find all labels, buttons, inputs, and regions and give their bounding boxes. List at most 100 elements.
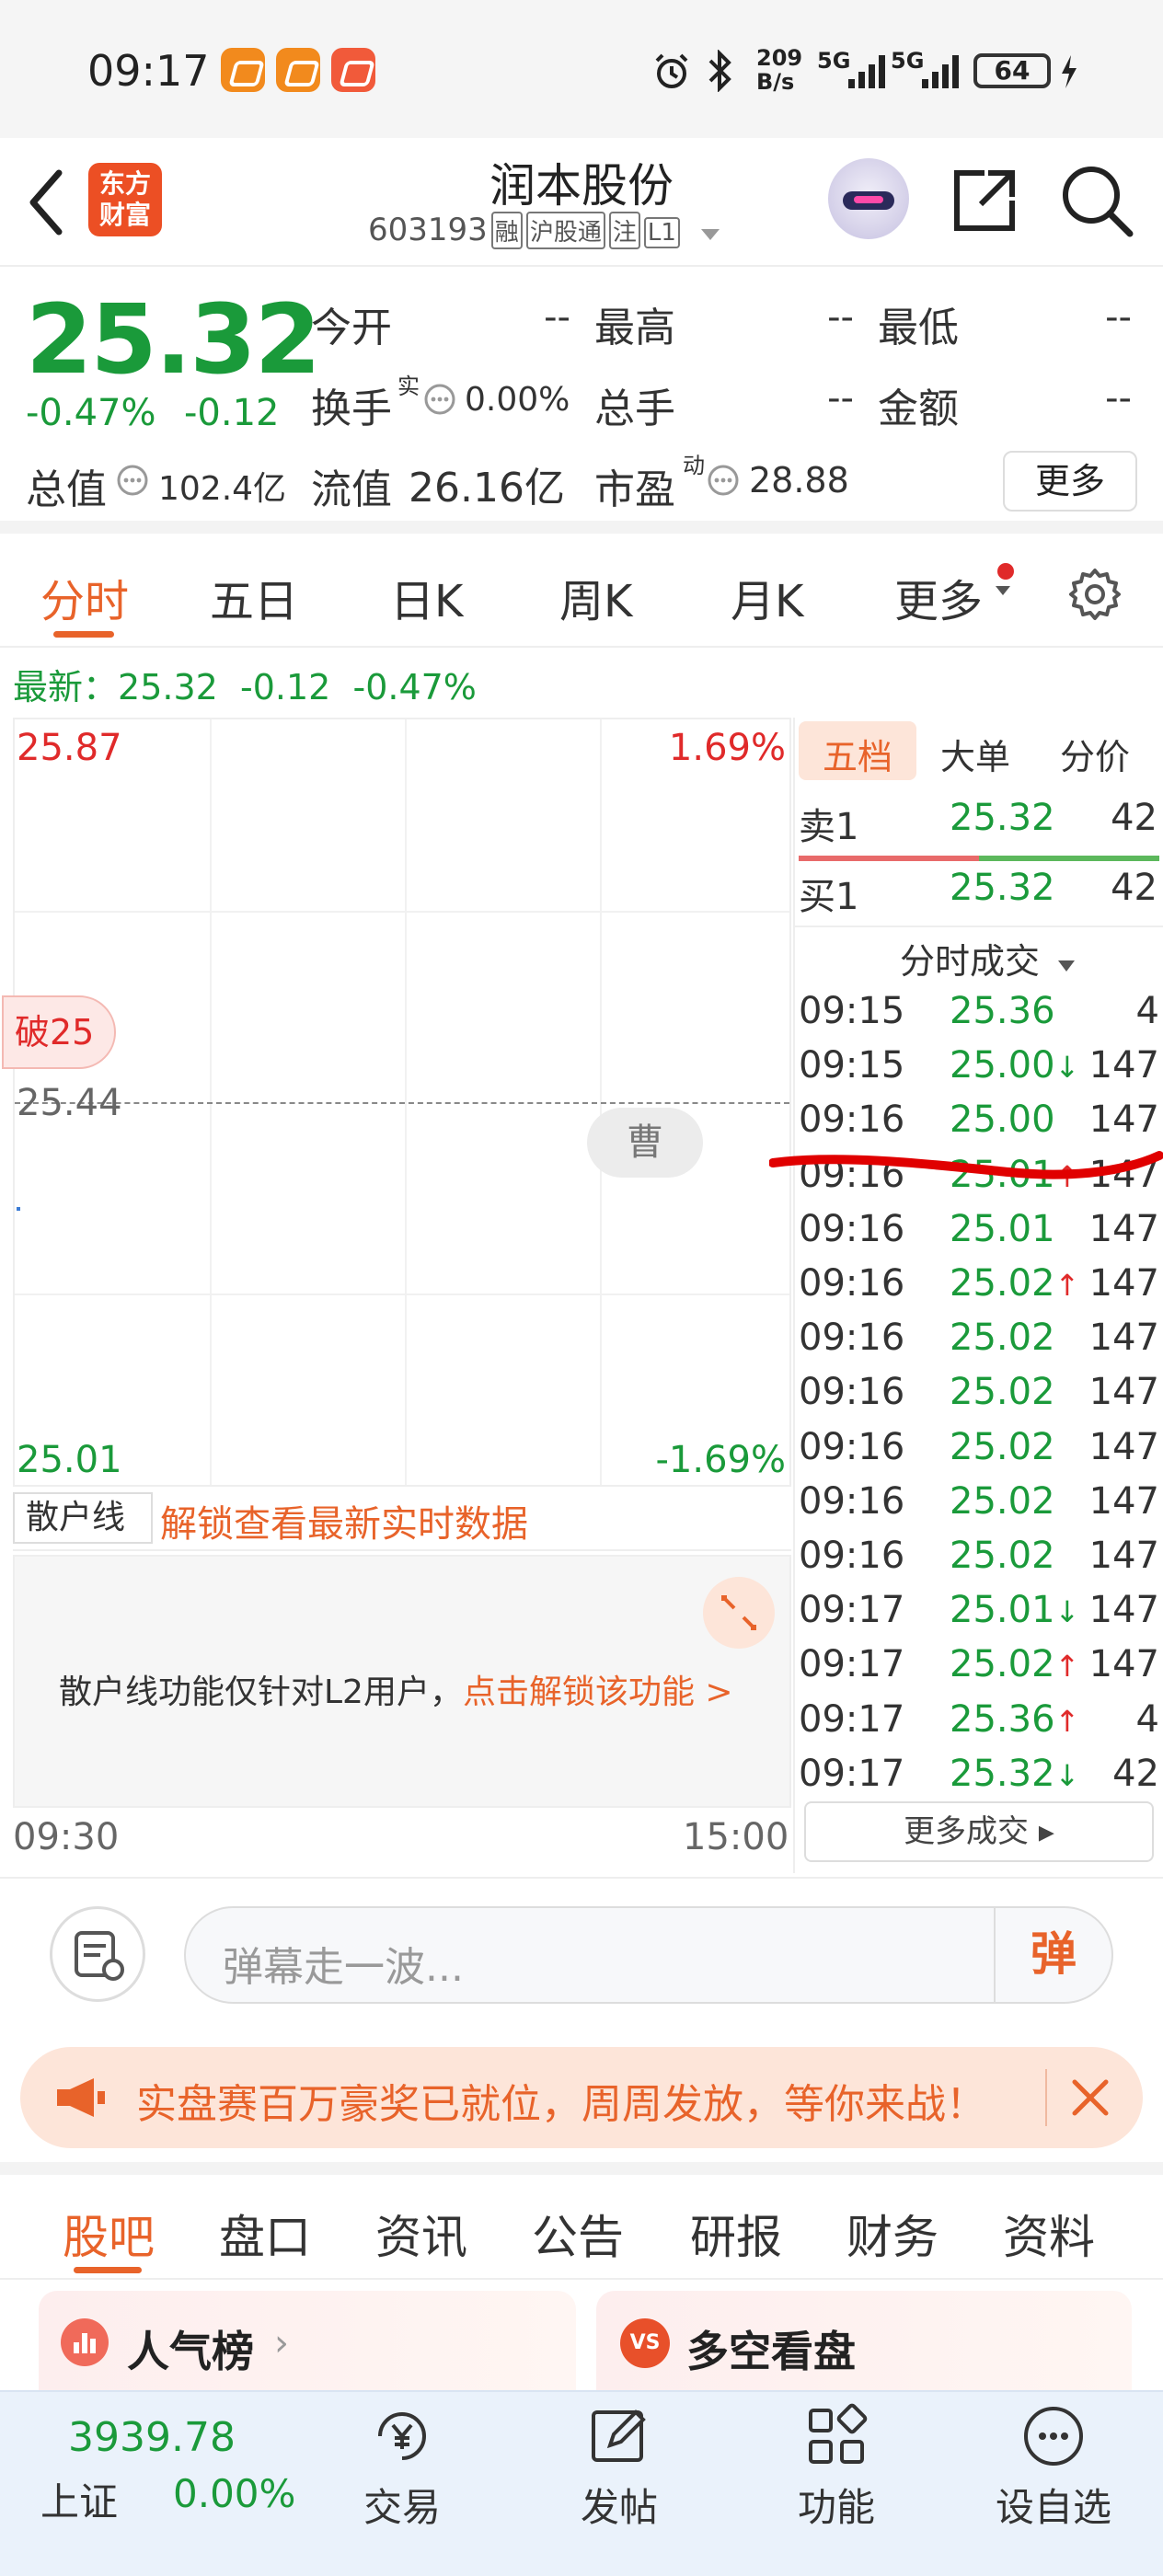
notification-dot <box>997 563 1014 580</box>
tab-forum[interactable]: 股吧 <box>63 2201 155 2267</box>
app-notification-icon <box>276 48 320 92</box>
trade-price: 25.01 <box>950 1207 1055 1250</box>
tab-news[interactable]: 资讯 <box>375 2201 467 2267</box>
app-notification-icon <box>331 48 375 92</box>
latest-price: 25.32 <box>118 667 218 707</box>
stock-code-row[interactable]: 603193 融沪股通注 L1 <box>368 212 721 250</box>
trade-row: 09:17 25.01↓ 147 <box>799 1589 1159 1643</box>
ai-assistant-icon[interactable] <box>828 158 909 239</box>
tab-order-book[interactable]: 盘口 <box>219 2201 311 2267</box>
trade-row: 09:17 25.02↑ 147 <box>799 1643 1159 1697</box>
intraday-chart[interactable]: 25.87 1.69% 25.44 25.01 -1.69% 破25 曹 <box>2 718 791 1487</box>
latest-label: 最新： <box>13 667 119 707</box>
trade-price: 25.02 <box>950 1317 1055 1360</box>
l2-note: 散户线功能仅针对L2用户，点击解锁该功能 > <box>59 1673 733 1711</box>
tab-daily-k[interactable]: 日K <box>390 565 463 629</box>
red-annotation-stroke <box>768 1137 1163 1187</box>
pe-sup: 动 <box>683 453 705 478</box>
expand-icon[interactable] <box>703 1577 775 1649</box>
trade-time: 09:16 <box>799 1371 905 1414</box>
tab-profile[interactable]: 资料 <box>1003 2201 1095 2267</box>
search-icon[interactable] <box>1058 162 1135 243</box>
danmaku-settings-icon[interactable] <box>50 1906 145 2002</box>
last-price: 25.32 <box>26 283 321 396</box>
sell-1-row: 卖1 25.32 42 <box>799 797 1157 848</box>
trade-volume: 147 <box>1088 1262 1159 1305</box>
info-icon[interactable] <box>423 383 456 420</box>
popular-ranking-card[interactable]: 人气榜 › <box>39 2291 576 2392</box>
tab-price-split[interactable]: 分价 <box>1060 729 1130 779</box>
status-bar: 09:17 209 B/s 5G 5G 64 <box>0 0 1163 138</box>
nav-functions[interactable]: 功能 <box>767 2403 905 2533</box>
quote-panel: 25.32 -0.47% -0.12 今开 -- 最高 -- 最低 -- 换手 … <box>0 267 1163 534</box>
trades-title[interactable]: 分时成交 <box>900 933 1077 983</box>
up-arrow-icon: ↑ <box>1054 1703 1080 1739</box>
tab-more[interactable]: 更多 <box>894 565 983 629</box>
tab-research[interactable]: 研报 <box>690 2201 782 2267</box>
tab-weekly-k[interactable]: 周K <box>559 565 632 629</box>
tab-large-order[interactable]: 大单 <box>940 729 1010 779</box>
bull-bear-card[interactable]: VS 多空看盘 <box>596 2291 1132 2392</box>
trade-price: 25.01↓ <box>950 1589 1080 1632</box>
share-icon[interactable] <box>948 164 1021 241</box>
low-label: 最低 <box>878 305 959 351</box>
amount-label: 金额 <box>878 385 959 432</box>
close-icon[interactable] <box>1067 2075 1113 2124</box>
index-name[interactable]: 上证 <box>40 2471 118 2527</box>
retail-line-select[interactable]: 散户线 <box>13 1492 153 1570</box>
trade-price: 25.00↓ <box>950 1044 1080 1087</box>
open-label: 今开 <box>311 305 392 351</box>
tab-five-level[interactable]: 五档 <box>823 729 892 779</box>
danmaku-send-button[interactable]: 弹 <box>994 1908 1111 2002</box>
danmaku-input[interactable]: 弹幕走一波... 弹 <box>184 1906 1113 2004</box>
info-icon[interactable] <box>116 464 149 500</box>
chart-mid-price: 25.44 <box>17 1082 122 1124</box>
trade-time: 09:16 <box>799 1262 905 1305</box>
nav-add-watchlist[interactable]: 设自选 <box>985 2403 1123 2533</box>
trade-price: 25.32↓ <box>950 1752 1080 1795</box>
trade-volume: 147 <box>1088 1371 1159 1414</box>
charging-icon <box>1058 53 1080 97</box>
l2-unlock-link[interactable]: 点击解锁该功能 > <box>463 1673 733 1711</box>
tab-financials[interactable]: 财务 <box>846 2201 938 2267</box>
latest-quote-line: 最新：25.32 -0.12 -0.47% <box>13 659 477 709</box>
tab-announcements[interactable]: 公告 <box>532 2201 624 2267</box>
info-tabs: 股吧 盘口 资讯 公告 研报 财务 资料 <box>0 2162 1163 2280</box>
tab-monthly-k[interactable]: 月K <box>731 565 803 629</box>
turnover-label: 换手 <box>311 385 392 432</box>
danmaku-bubble[interactable]: 曹 <box>587 1108 703 1178</box>
trade-time: 09:17 <box>799 1752 905 1795</box>
trade-time: 09:16 <box>799 1098 905 1142</box>
promo-banner[interactable]: 实盘赛百万豪奖已就位，周周发放，等你来战！ <box>20 2047 1143 2148</box>
order-book: 五档 大单 分价 卖1 25.32 42 买1 25.32 42 分时成交 09… <box>793 718 1163 1873</box>
nav-trade[interactable]: 交易 <box>333 2403 471 2533</box>
pe-value: 28.88 <box>749 460 849 500</box>
index-value[interactable]: 3939.78 <box>68 2414 236 2461</box>
float-label: 流值 <box>311 466 392 513</box>
battery-indicator: 64 <box>973 53 1051 88</box>
tab-five-day[interactable]: 五日 <box>210 565 298 629</box>
nav-post[interactable]: 发帖 <box>550 2403 688 2533</box>
pe-label: 市盈 <box>594 466 675 513</box>
trade-volume: 4 <box>1135 1697 1159 1741</box>
trade-row: 09:16 25.02 147 <box>799 1426 1159 1480</box>
break-price-badge[interactable]: 破25 <box>2 995 116 1069</box>
status-time: 09:17 <box>87 46 210 96</box>
info-icon[interactable] <box>707 464 740 500</box>
trade-time: 09:17 <box>799 1589 905 1632</box>
trade-price: 25.36↑ <box>950 1697 1080 1741</box>
buy-1-row: 买1 25.32 42 <box>799 867 1157 918</box>
trade-price: 25.36 <box>950 990 1055 1032</box>
quote-more-button[interactable]: 更多 <box>1003 451 1137 512</box>
change-percent: -0.47% <box>26 392 156 434</box>
tab-intraday[interactable]: 分时 <box>40 565 129 629</box>
more-trades-button[interactable]: 更多成交 ▸ <box>804 1801 1154 1862</box>
buy-ratio-bar <box>979 856 1159 861</box>
settings-gear-icon[interactable] <box>1065 565 1124 627</box>
volume-value: -- <box>827 377 854 420</box>
unlock-realtime-link[interactable]: 解锁查看最新实时数据 <box>160 1494 528 1547</box>
index-pct[interactable]: 0.00% <box>173 2471 295 2516</box>
tag-margin: 融 <box>490 212 523 249</box>
trade-price: 25.02 <box>950 1371 1055 1414</box>
dropdown-icon[interactable] <box>699 213 721 250</box>
